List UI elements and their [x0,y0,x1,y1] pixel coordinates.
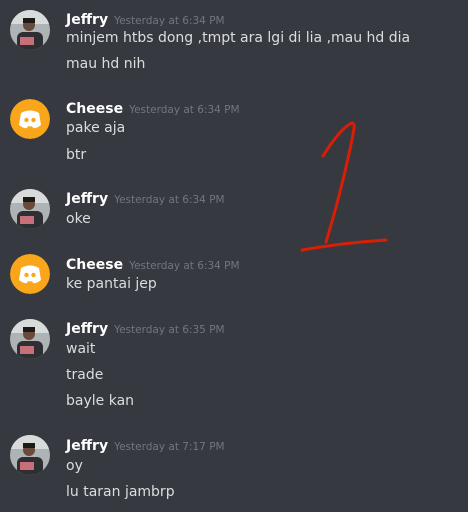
discord-avatar[interactable] [10,99,50,139]
message-text: oke [66,211,91,227]
message-text: trade [66,367,104,383]
message-text: mau hd nih [66,56,146,72]
message-header: Cheese Yesterday at 6:34 PM [66,254,240,274]
username[interactable]: Jeffry [66,191,108,207]
username[interactable]: Jeffry [66,438,108,454]
user-avatar[interactable] [10,10,50,50]
message-header: Jeffry Yesterday at 6:35 PM [66,318,225,338]
user-avatar[interactable] [10,319,50,359]
timestamp: Yesterday at 6:34 PM [129,260,240,272]
message-text: btr [66,147,87,163]
message-text: minjem htbs dong ,tmpt ara lgi di lia ,m… [66,30,411,46]
user-avatar[interactable] [10,189,50,229]
message-text: ke pantai jep [66,276,157,292]
message-header: Jeffry Yesterday at 6:34 PM [66,188,225,208]
user-avatar[interactable] [10,435,50,475]
username[interactable]: Cheese [66,101,123,117]
message-text: bayle kan [66,393,135,409]
handwritten-number-annotation [295,118,390,258]
timestamp: Yesterday at 6:34 PM [114,15,225,27]
username[interactable]: Jeffry [66,12,108,28]
timestamp: Yesterday at 6:34 PM [129,104,240,116]
message-text: lu taran jambrp [66,484,175,500]
chat-messages: Jeffry Yesterday at 6:34 PM minjem htbs d… [0,0,468,512]
message-text: oy [66,458,83,474]
message-header: Jeffry Yesterday at 6:34 PM [66,9,225,29]
username[interactable]: Cheese [66,257,123,273]
message-text: wait [66,341,96,357]
message-header: Cheese Yesterday at 6:34 PM [66,98,240,118]
timestamp: Yesterday at 6:35 PM [114,324,225,336]
timestamp: Yesterday at 7:17 PM [114,441,225,453]
message-header: Jeffry Yesterday at 7:17 PM [66,435,225,455]
username[interactable]: Jeffry [66,321,108,337]
timestamp: Yesterday at 6:34 PM [114,194,225,206]
discord-avatar[interactable] [10,254,50,294]
message-text: pake aja [66,120,126,136]
